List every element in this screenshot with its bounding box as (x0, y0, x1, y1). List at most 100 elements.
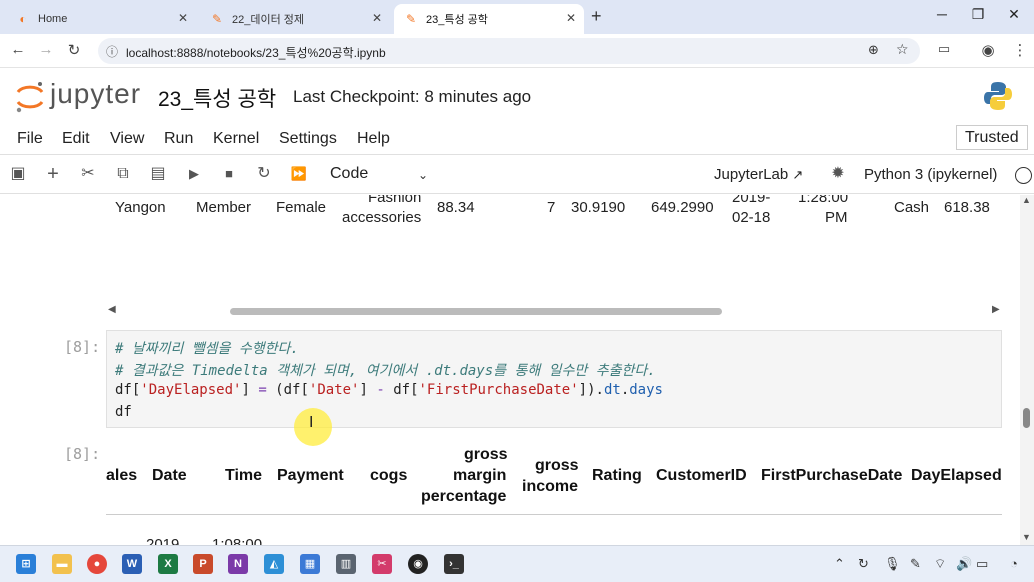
menu-edit[interactable]: Edit (62, 130, 90, 148)
wifi-icon[interactable]: ⌔ (934, 556, 946, 572)
scroll-left-icon[interactable]: ◀ (108, 304, 116, 315)
new-tab-button[interactable]: + (591, 6, 602, 27)
address-bar-row: ← → ↻ ⓘ localhost:8888/notebooks/23_특성%2… (0, 34, 1034, 68)
cell-partial-date: 2019 (146, 536, 180, 545)
browser-menu-icon[interactable]: ⋮ (1010, 41, 1030, 59)
cell-time-2: PM (825, 209, 848, 226)
tray-mic-icon[interactable]: 🎙 (884, 556, 901, 572)
save-icon[interactable]: ▣ (8, 164, 28, 184)
snipping-tool-icon[interactable]: ✂ (372, 554, 392, 574)
excel-icon[interactable]: X (158, 554, 178, 574)
cell-partial-time: 1:08:00 (212, 536, 263, 545)
scrollbar-thumb[interactable] (230, 308, 722, 315)
chrome-icon[interactable]: ● (87, 554, 107, 574)
menu-settings[interactable]: Settings (279, 130, 337, 148)
tab-home[interactable]: ◐ Home ✕ (6, 4, 196, 34)
add-cell-icon[interactable]: + (43, 164, 63, 184)
code-token: ] (359, 382, 377, 398)
fast-forward-icon[interactable]: ⏩ (289, 164, 309, 184)
profile-icon[interactable]: ◉ (978, 41, 998, 59)
onenote-icon[interactable]: N (228, 554, 248, 574)
cell-payment: Cash (894, 199, 930, 216)
jupyterlab-label: JupyterLab (714, 166, 789, 183)
col-header-gmp-2: margin (453, 467, 507, 484)
copy-icon[interactable]: ⧉ (113, 164, 133, 184)
cell-product-line-2: accessories (342, 209, 422, 226)
code-token: ] (241, 382, 259, 398)
close-tab-icon[interactable]: ✕ (372, 11, 382, 25)
menu-run[interactable]: Run (164, 130, 193, 148)
output-horizontal-scrollbar[interactable]: ◀ ▶ (106, 303, 1002, 319)
tray-sync-icon[interactable]: ↻ (858, 556, 869, 572)
col-header-gmp-3: percentage (421, 488, 507, 505)
scroll-down-icon[interactable]: ▼ (1022, 532, 1031, 542)
stop-icon[interactable]: ■ (219, 164, 239, 184)
code-operator: = (258, 382, 267, 398)
jupyterlab-link[interactable]: JupyterLab ↗ (714, 166, 803, 183)
app-icon[interactable]: ◭ (264, 554, 284, 574)
minimize-icon[interactable]: ─ (932, 6, 952, 22)
cast-icon[interactable]: ▭ (934, 41, 954, 57)
col-header-payment: Payment (277, 467, 344, 484)
chevron-down-icon[interactable]: ⌄ (418, 168, 428, 182)
menu-bar: File Edit View Run Kernel Settings Help … (0, 122, 1034, 155)
menu-help[interactable]: Help (357, 130, 390, 148)
cell-customer-type: Member (196, 199, 252, 216)
run-icon[interactable]: ▶ (184, 164, 204, 184)
url-input[interactable]: ⓘ localhost:8888/notebooks/23_특성%20공학.ip… (98, 38, 920, 64)
menu-kernel[interactable]: Kernel (213, 130, 259, 148)
cell-total: 649.2990 (651, 199, 714, 216)
close-tab-icon[interactable]: ✕ (178, 11, 188, 25)
code-cell-editor[interactable]: # 날짜끼리 뺄셈을 수행한다. # 결과값은 Timedelta 객체가 되며… (106, 330, 1002, 428)
powerpoint-icon[interactable]: P (193, 554, 213, 574)
restart-icon[interactable]: ↻ (254, 164, 274, 184)
windows-start-icon[interactable]: ⊞ (16, 554, 36, 574)
menu-view[interactable]: View (110, 130, 144, 148)
tab-feature-engineering[interactable]: ✎ 23_특성 공학 ✕ (394, 4, 584, 34)
cell-product-line-1: Fashion (368, 195, 422, 206)
tray-pen-icon[interactable]: ✎ (910, 556, 921, 572)
trusted-indicator[interactable]: Trusted (956, 125, 1028, 150)
reload-icon[interactable]: ↻ (64, 41, 84, 59)
notebook-vertical-scrollbar[interactable]: ▲ ▼ (1020, 195, 1034, 545)
forward-arrow-icon[interactable]: → (36, 41, 56, 58)
file-explorer-icon[interactable]: ▬ (52, 554, 72, 574)
jupyter-logo-icon[interactable] (14, 80, 46, 114)
menu-file[interactable]: File (17, 130, 43, 148)
site-info-icon[interactable]: ⓘ (106, 43, 118, 60)
notebook-title[interactable]: 23_특성 공학 (158, 83, 276, 113)
word-icon[interactable]: W (122, 554, 142, 574)
col-header-cogs: cogs (370, 467, 408, 484)
col-header-gi-1: gross (535, 457, 579, 474)
col-header-gi-2: income (522, 478, 579, 495)
battery-icon[interactable]: ▭ (976, 556, 988, 572)
terminal-icon[interactable]: ›_ (444, 554, 464, 574)
scrollbar-thumb[interactable] (1023, 408, 1030, 428)
kernel-status-icon (1015, 167, 1032, 184)
paste-icon[interactable]: ▤ (148, 164, 168, 184)
close-window-icon[interactable]: ✕ (1004, 6, 1024, 23)
notepad-icon[interactable]: ▦ (300, 554, 320, 574)
close-tab-icon[interactable]: ✕ (566, 11, 576, 25)
notification-icon[interactable]: ◔ (1010, 556, 1018, 571)
volume-icon[interactable]: 🔊 (956, 556, 972, 572)
calculator-icon[interactable]: ▥ (336, 554, 356, 574)
url-text: localhost:8888/notebooks/23_특성%20공학.ipyn… (126, 46, 386, 60)
debugger-bug-icon[interactable]: ✹ (828, 164, 848, 184)
scroll-up-icon[interactable]: ▲ (1022, 195, 1031, 205)
col-header-rating: Rating (592, 467, 642, 484)
windows-taskbar: ⊞ ▬ ● W X P N ◭ ▦ ▥ ✂ ◉ ›_ ⌃ ↻ 🎙 ✎ ⌔ 🔊 ▭… (0, 545, 1034, 582)
restore-icon[interactable]: ❐ (968, 6, 988, 23)
zoom-icon[interactable]: ⊕ (868, 42, 879, 58)
tab-data-cleaning[interactable]: ✎ 22_데이터 정제 ✕ (200, 4, 390, 34)
bookmark-star-icon[interactable]: ☆ (896, 41, 909, 58)
jupyter-favicon-icon: ◐ (19, 12, 27, 26)
kernel-name[interactable]: Python 3 (ipykernel) (864, 166, 997, 183)
scroll-right-icon[interactable]: ▶ (992, 304, 1000, 315)
app-circle-icon[interactable]: ◉ (408, 554, 428, 574)
tray-chevron-up-icon[interactable]: ⌃ (834, 556, 845, 572)
cut-icon[interactable]: ✂ (78, 164, 98, 184)
code-string: 'FirstPurchaseDate' (418, 382, 579, 398)
back-arrow-icon[interactable]: ← (8, 41, 28, 58)
cell-type-select[interactable]: Code (330, 165, 368, 183)
